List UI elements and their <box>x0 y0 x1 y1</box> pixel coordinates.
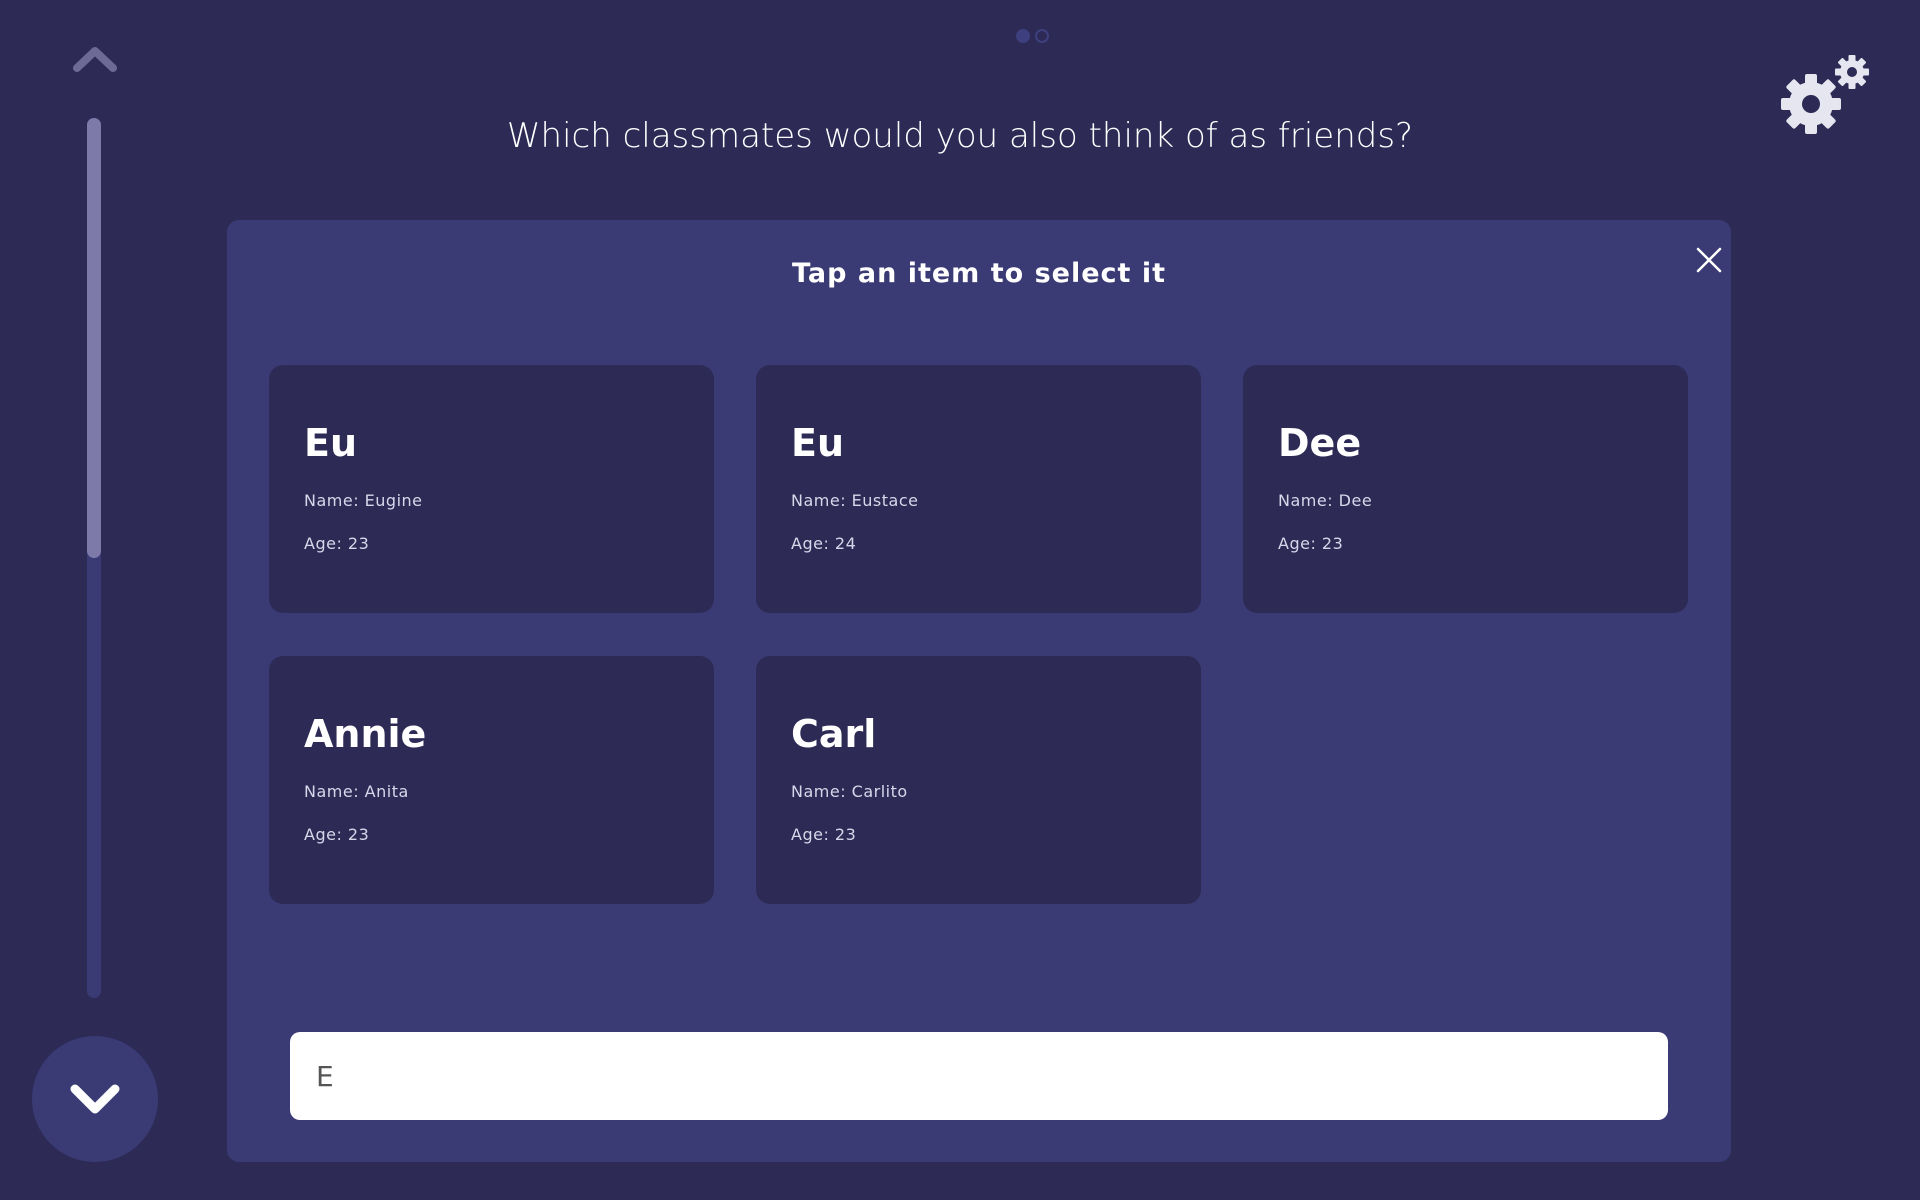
close-icon <box>1696 247 1722 273</box>
search-box <box>290 1032 1668 1120</box>
card-age: Age: 24 <box>791 534 857 553</box>
card-age: Age: 23 <box>304 825 370 844</box>
option-card[interactable]: Eu Name: Eugine Age: 23 <box>269 365 714 613</box>
chevron-down-icon <box>70 1084 120 1114</box>
option-card[interactable]: Eu Name: Eustace Age: 24 <box>756 365 1201 613</box>
card-name: Name: Eugine <box>304 491 423 510</box>
scroll-down-button[interactable] <box>32 1036 158 1162</box>
card-age: Age: 23 <box>1278 534 1344 553</box>
card-name: Name: Dee <box>1278 491 1373 510</box>
option-card[interactable]: Annie Name: Anita Age: 23 <box>269 656 714 904</box>
scrollbar-thumb[interactable] <box>87 118 101 558</box>
page-indicator <box>1016 29 1049 43</box>
page-dot-1 <box>1016 29 1030 43</box>
card-age: Age: 23 <box>791 825 857 844</box>
chevron-up-icon <box>73 47 117 72</box>
scroll-up-button[interactable] <box>72 44 118 74</box>
card-nickname: Dee <box>1278 421 1362 465</box>
close-button[interactable] <box>1687 238 1731 282</box>
card-name: Name: Eustace <box>791 491 919 510</box>
option-card[interactable]: Carl Name: Carlito Age: 23 <box>756 656 1201 904</box>
card-name: Name: Anita <box>304 782 409 801</box>
scrollbar-track[interactable] <box>87 118 101 998</box>
selection-modal: Tap an item to select it Eu Name: Eugine… <box>227 220 1731 1162</box>
option-card[interactable]: Dee Name: Dee Age: 23 <box>1243 365 1688 613</box>
card-nickname: Carl <box>791 712 877 756</box>
page-dot-2 <box>1035 29 1049 43</box>
card-name: Name: Carlito <box>791 782 908 801</box>
card-nickname: Eu <box>304 421 358 465</box>
question-title: Which classmates would you also think of… <box>506 116 1414 156</box>
card-age: Age: 23 <box>304 534 370 553</box>
search-input[interactable] <box>314 1045 1644 1107</box>
modal-title: Tap an item to select it <box>791 258 1166 289</box>
card-nickname: Annie <box>304 712 427 756</box>
card-nickname: Eu <box>791 421 845 465</box>
